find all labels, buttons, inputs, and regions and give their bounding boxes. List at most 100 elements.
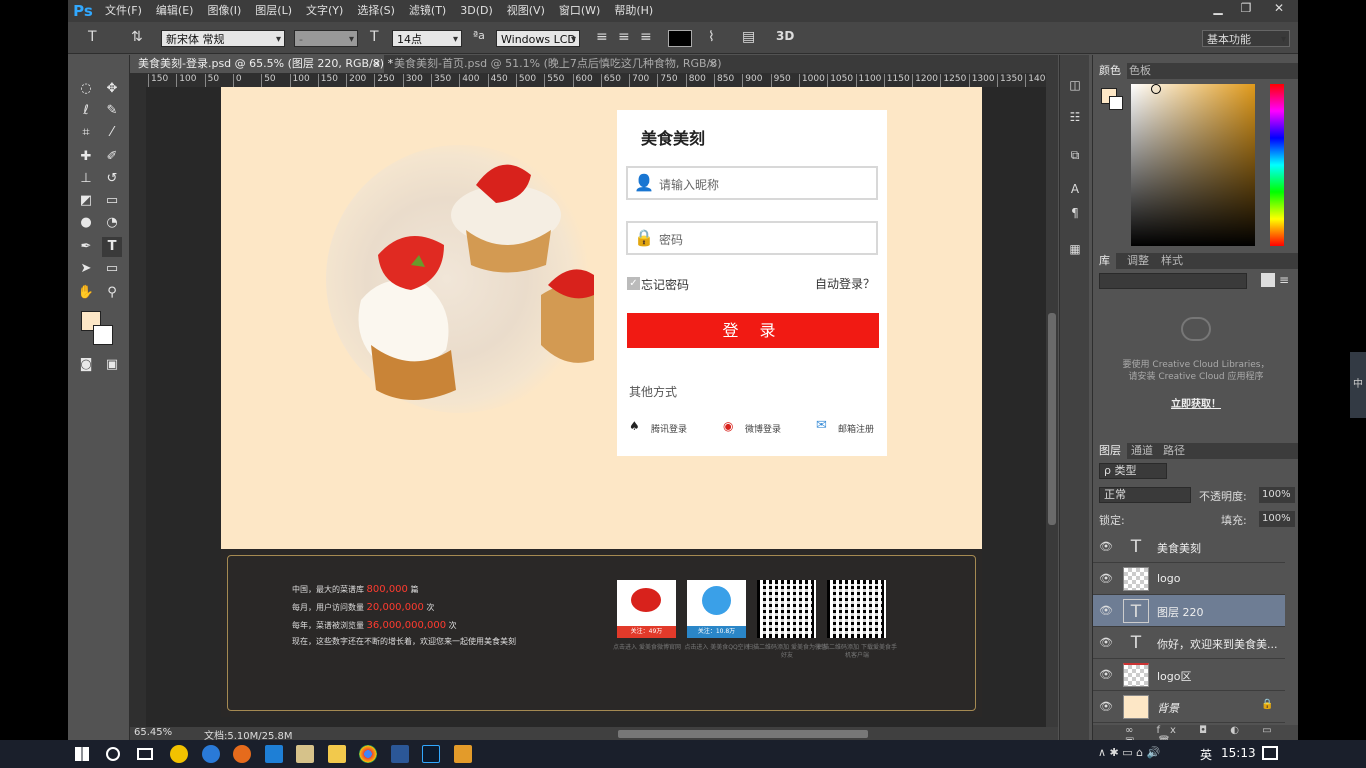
library-select[interactable] [1099, 273, 1247, 289]
color-picker-handle[interactable] [1151, 84, 1161, 94]
menu-filter[interactable]: 滤镜(T) [402, 0, 453, 22]
qzone-card[interactable]: 关注：10.8万 [687, 580, 746, 638]
tab-paths[interactable]: 路径 [1157, 443, 1191, 459]
eraser-tool-icon[interactable]: ◩ [76, 191, 96, 211]
visibility-eye-icon[interactable]: 👁 [1099, 668, 1113, 682]
history-brush-icon[interactable]: ↺ [102, 169, 122, 189]
zoom-level[interactable]: 65.45% [134, 727, 172, 738]
menu-3d[interactable]: 3D(D) [453, 0, 500, 22]
close-window-button[interactable]: ✕ [1262, 0, 1296, 18]
minimize-button[interactable]: ▁ [1204, 0, 1232, 18]
edge-icon[interactable] [265, 745, 283, 763]
crop-tool-icon[interactable]: ⌗ [76, 123, 96, 143]
layer-row[interactable]: 👁 T 美食美刻 [1093, 531, 1285, 563]
panel-bg-swatch[interactable] [1109, 96, 1123, 110]
layer-row[interactable]: 👁 logo区 [1093, 659, 1285, 691]
start-icon[interactable] [75, 747, 89, 761]
remember-checkbox[interactable]: ✓ [627, 277, 640, 290]
quick-select-icon[interactable]: ✎ [102, 101, 122, 121]
vertical-ruler[interactable] [130, 87, 146, 727]
actions-panel-icon[interactable]: ⧉ [1065, 145, 1085, 165]
font-style-select[interactable]: - [294, 30, 358, 48]
tab-styles[interactable]: 样式 [1155, 253, 1189, 269]
menu-type[interactable]: 文字(Y) [299, 0, 350, 22]
get-it-now-link[interactable]: 立即获取！ [1093, 395, 1298, 410]
blur-tool-icon[interactable]: ● [76, 213, 96, 233]
tab-libraries[interactable]: 库 [1093, 253, 1116, 269]
warp-text-icon[interactable]: ⌇ [708, 29, 715, 45]
brush-tool-icon[interactable]: ✐ [102, 147, 122, 167]
marquee-tool-icon[interactable]: ◌ [76, 79, 96, 99]
eyedropper-icon[interactable]: ⁄ [102, 123, 122, 143]
tray-icons[interactable]: ∧ ✱ ▭ ⌂ 🔊 [1098, 746, 1160, 759]
layer-filter-select[interactable]: ρ 类型 [1099, 463, 1167, 479]
notification-icon[interactable] [1262, 746, 1278, 760]
file-explorer-icon[interactable] [328, 745, 346, 763]
hand-tool-icon[interactable]: ✋ [76, 283, 96, 303]
layer-row-selected[interactable]: 👁 T 图层 220 [1093, 595, 1285, 627]
chrome-icon[interactable] [359, 745, 377, 763]
text-color-swatch[interactable] [668, 30, 692, 47]
photoshop-taskbar-icon[interactable] [422, 745, 440, 763]
gradient-tool-icon[interactable]: ▭ [102, 191, 122, 211]
clock[interactable]: 15:13 [1221, 746, 1256, 760]
auto-login-link[interactable]: 自动登录？ [815, 275, 875, 292]
visibility-eye-icon[interactable]: 👁 [1099, 572, 1113, 586]
menu-help[interactable]: 帮助(H) [607, 0, 660, 22]
tab-layers[interactable]: 图层 [1093, 443, 1127, 459]
menu-layer[interactable]: 图层(L) [248, 0, 299, 22]
move-tool-icon[interactable]: ✥ [102, 79, 122, 99]
visibility-eye-icon[interactable]: 👁 [1099, 604, 1113, 618]
background-color-swatch[interactable] [93, 325, 113, 345]
quick-mask-icon[interactable]: ◙ [76, 355, 96, 375]
tab-color[interactable]: 颜色 [1093, 63, 1127, 79]
tab-adjustments[interactable]: 调整 [1121, 253, 1155, 269]
tab-login-psd[interactable]: 美食美刻-登录.psd @ 65.5% (图层 220, RGB/8) * × [130, 55, 393, 73]
antialias-select[interactable]: Windows LCD [496, 30, 580, 48]
weibo-login-link[interactable]: 微博登录 [745, 422, 781, 435]
grid-view-icon[interactable] [1261, 273, 1275, 287]
horizontal-ruler[interactable]: 150 100 50 0 50 100 150 200 250 300 350 400 450 500 55… [146, 73, 1058, 87]
opacity-input[interactable]: 100% [1259, 487, 1295, 503]
fill-input[interactable]: 100% [1259, 511, 1295, 527]
firefox-icon[interactable] [233, 745, 251, 763]
screen-mode-icon[interactable]: ▣ [102, 355, 122, 375]
stamp-tool-icon[interactable]: ⊥ [76, 169, 96, 189]
list-view-icon[interactable]: ≡ [1279, 273, 1293, 287]
healing-brush-icon[interactable]: ✚ [76, 147, 96, 167]
side-drawer-handle[interactable]: 中 [1350, 352, 1366, 418]
properties-panel-icon[interactable]: ☷ [1065, 107, 1085, 127]
weibo-card[interactable]: 关注：49万 [617, 580, 676, 638]
image-panel-icon[interactable]: ▦ [1065, 239, 1085, 259]
align-right-icon[interactable]: ≡ [640, 29, 652, 45]
rectangle-tool-icon[interactable]: ▭ [102, 259, 122, 279]
lasso-tool-icon[interactable]: ℓ [76, 101, 96, 121]
visibility-eye-icon[interactable]: 👁 [1099, 700, 1113, 714]
zoom-tool-icon[interactable]: ⚲ [102, 283, 122, 303]
align-center-icon[interactable]: ≡ [618, 29, 630, 45]
color-spectrum[interactable] [1131, 84, 1255, 246]
tab-swatches[interactable]: 色板 [1123, 63, 1157, 79]
tab-home-psd[interactable]: 美食美刻-首页.psd @ 51.1% (晚上7点后慎吃这几种食物, RGB/8… [386, 55, 726, 73]
text-tool-icon[interactable]: T [102, 237, 122, 257]
scroll-thumb[interactable] [1048, 313, 1056, 525]
workspace-select[interactable]: 基本功能 [1202, 30, 1290, 48]
visibility-eye-icon[interactable]: 👁 [1099, 540, 1113, 554]
menu-file[interactable]: 文件(F) [98, 0, 149, 22]
dodge-tool-icon[interactable]: ◔ [102, 213, 122, 233]
app-icon[interactable] [296, 745, 314, 763]
username-field[interactable]: 👤 请输入昵称 [626, 166, 878, 200]
font-family-select[interactable]: 新宋体 常规 [161, 30, 285, 48]
app-icon[interactable] [454, 745, 472, 763]
tab-close-icon[interactable]: × [708, 55, 717, 73]
layer-actions-bar[interactable]: ∞ fx ◘ ◐ ▭ ▣ 🗑 [1093, 725, 1298, 740]
tab-channels[interactable]: 通道 [1125, 443, 1159, 459]
app-icon[interactable] [170, 745, 188, 763]
task-view-icon[interactable] [137, 748, 153, 760]
doc-size[interactable]: 文档:5.10M/25.8M [204, 727, 293, 740]
menu-window[interactable]: 窗口(W) [552, 0, 607, 22]
history-panel-icon[interactable]: ◫ [1065, 75, 1085, 95]
app-icon[interactable] [202, 745, 220, 763]
document-canvas[interactable]: 美食美刻 👤 请输入昵称 🔒 密码 ✓ 忘记密码 自动登录？ 登 录 其他方式 … [146, 87, 1046, 727]
ime-indicator[interactable]: 英 [1200, 746, 1212, 763]
